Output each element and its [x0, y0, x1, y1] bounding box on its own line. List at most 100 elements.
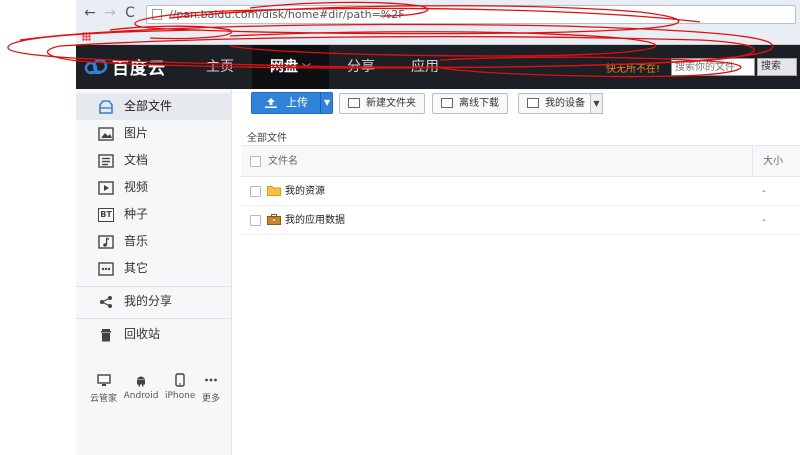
torrent-icon: BT: [98, 207, 114, 222]
chevron-down-icon: ﹀: [302, 64, 312, 74]
file-size: -: [762, 186, 766, 197]
sidebar-item-torrents[interactable]: BT 种子: [76, 201, 232, 228]
nav-home[interactable]: 主页: [188, 45, 252, 89]
page: ← → C //pan.baidu.com/disk/home#dir/path…: [0, 0, 800, 455]
new-folder-icon: [348, 98, 360, 108]
browser-nav: ← → C: [82, 5, 138, 21]
new-folder-label: 新建文件夹: [366, 98, 416, 109]
image-icon: [98, 126, 114, 141]
sidebar-item-label: 种子: [124, 207, 149, 221]
table-header: 文件名 大小: [241, 146, 800, 177]
sidebar-item-label: 其它: [124, 261, 149, 275]
nav-share-label: 分享: [347, 59, 376, 75]
search-input[interactable]: [671, 58, 755, 76]
monitor-icon: [96, 371, 111, 387]
nav-netdisk-label: 网盘: [270, 59, 298, 75]
file-name[interactable]: 我的应用数据: [285, 206, 345, 235]
breadcrumb[interactable]: 全部文件: [247, 129, 287, 144]
sidebar-item-label: 我的分享: [124, 294, 173, 308]
nav-netdisk[interactable]: 网盘 ﹀: [252, 45, 330, 89]
device-label: 更多: [201, 394, 220, 404]
device-android[interactable]: Android: [123, 371, 159, 404]
upload-icon: [265, 98, 277, 108]
row-checkbox[interactable]: [250, 186, 261, 197]
sidebar-item-label: 回收站: [124, 327, 161, 341]
video-icon: [98, 180, 114, 195]
device-label: iPhone: [165, 391, 196, 401]
toolbar: 上传 ▼ 新建文件夹 离线下载 我的设备 ▼: [233, 89, 800, 119]
row-checkbox[interactable]: [250, 215, 261, 226]
reload-icon[interactable]: C: [122, 5, 138, 21]
bookmarks-bar: [76, 28, 800, 44]
sidebar-item-recycle-bin[interactable]: 回收站: [76, 321, 232, 348]
select-all-checkbox[interactable]: [250, 156, 261, 167]
more-icon: [204, 371, 218, 387]
forward-arrow-icon[interactable]: →: [102, 5, 118, 21]
column-header-name[interactable]: 文件名: [268, 146, 298, 177]
new-folder-button[interactable]: 新建文件夹: [339, 93, 425, 114]
upload-divider: [320, 93, 321, 113]
main-content: 上传 ▼ 新建文件夹 离线下载 我的设备 ▼ 全部文件 文件名 大小 我的资源 …: [233, 89, 800, 455]
sidebar-divider: [76, 286, 232, 287]
my-devices-label: 我的设备: [545, 98, 585, 109]
sidebar-item-my-shares[interactable]: 我的分享: [76, 288, 232, 315]
table-row[interactable]: 我的应用数据 -: [241, 206, 800, 235]
apps-icon[interactable]: [82, 32, 91, 41]
sidebar-item-documents[interactable]: 文档: [76, 147, 232, 174]
offline-download-button[interactable]: 离线下载: [432, 93, 508, 114]
address-text: //pan.baidu.com/disk/home#dir/path=%2F: [169, 8, 405, 21]
nav-apps-label: 应用: [411, 59, 440, 75]
back-arrow-icon[interactable]: ←: [82, 5, 98, 21]
app-folder-icon: [267, 214, 281, 225]
table-row[interactable]: 我的资源 -: [241, 177, 800, 206]
device-links: 云管家 Android iPhone 更多: [90, 371, 220, 404]
offline-download-icon: [441, 98, 453, 108]
trash-icon: [101, 328, 111, 341]
all-files-icon: [99, 99, 113, 114]
sidebar-item-other[interactable]: 其它: [76, 255, 232, 282]
nav-apps[interactable]: 应用: [393, 45, 457, 89]
search-button[interactable]: 搜索: [757, 58, 797, 76]
page-icon: [152, 9, 162, 20]
sidebar-item-label: 图片: [124, 126, 149, 140]
nav-share[interactable]: 分享: [329, 45, 393, 89]
logo-text: 百度云: [112, 59, 166, 79]
sidebar-item-label: 全部文件: [124, 99, 173, 113]
sidebar-item-images[interactable]: 图片: [76, 120, 232, 147]
sidebar-item-all-files[interactable]: 全部文件: [76, 93, 232, 120]
upload-button[interactable]: 上传 ▼: [251, 92, 333, 114]
desktop-margin: [0, 0, 76, 455]
device-cloud-manager[interactable]: 云管家: [90, 371, 117, 404]
upload-dropdown-caret-icon[interactable]: ▼: [324, 93, 330, 113]
devices-icon: [527, 98, 539, 108]
sidebar-item-label: 音乐: [124, 234, 149, 248]
my-devices-dropdown-caret-icon[interactable]: ▼: [590, 93, 603, 114]
promo-link[interactable]: 快无所不在!: [606, 60, 660, 75]
device-iphone[interactable]: iPhone: [165, 371, 195, 404]
folder-icon: [267, 186, 281, 196]
device-label: 云管家: [90, 394, 118, 404]
cloud-logo-icon: [84, 58, 108, 74]
offline-download-label: 离线下载: [459, 98, 499, 109]
sidebar: 全部文件 图片 文档 视频 BT 种子 音乐 其它 我的分享 回收站 云管家 A…: [76, 89, 232, 455]
column-header-size[interactable]: 大小: [752, 146, 800, 177]
sidebar-item-videos[interactable]: 视频: [76, 174, 232, 201]
music-icon: [98, 234, 114, 249]
device-label: Android: [123, 391, 159, 401]
address-bar[interactable]: //pan.baidu.com/disk/home#dir/path=%2F: [146, 5, 796, 24]
logo[interactable]: 百度云: [84, 54, 166, 79]
my-devices-button[interactable]: 我的设备: [518, 93, 594, 114]
app-top-bar: 百度云 主页 网盘 ﹀ 分享 应用 快无所不在! 搜索: [76, 45, 800, 89]
main-nav: 主页 网盘 ﹀ 分享 应用: [188, 45, 457, 89]
sidebar-item-label: 文档: [124, 153, 149, 167]
device-more[interactable]: 更多: [202, 371, 220, 404]
browser-chrome: ← → C //pan.baidu.com/disk/home#dir/path…: [76, 0, 800, 45]
sidebar-item-label: 视频: [124, 180, 149, 194]
sidebar-item-music[interactable]: 音乐: [76, 228, 232, 255]
share-icon: [100, 295, 112, 308]
upload-label: 上传: [286, 96, 308, 109]
file-size: -: [762, 215, 766, 226]
document-icon: [98, 153, 114, 168]
file-name[interactable]: 我的资源: [285, 177, 325, 206]
iphone-icon: [175, 371, 185, 387]
